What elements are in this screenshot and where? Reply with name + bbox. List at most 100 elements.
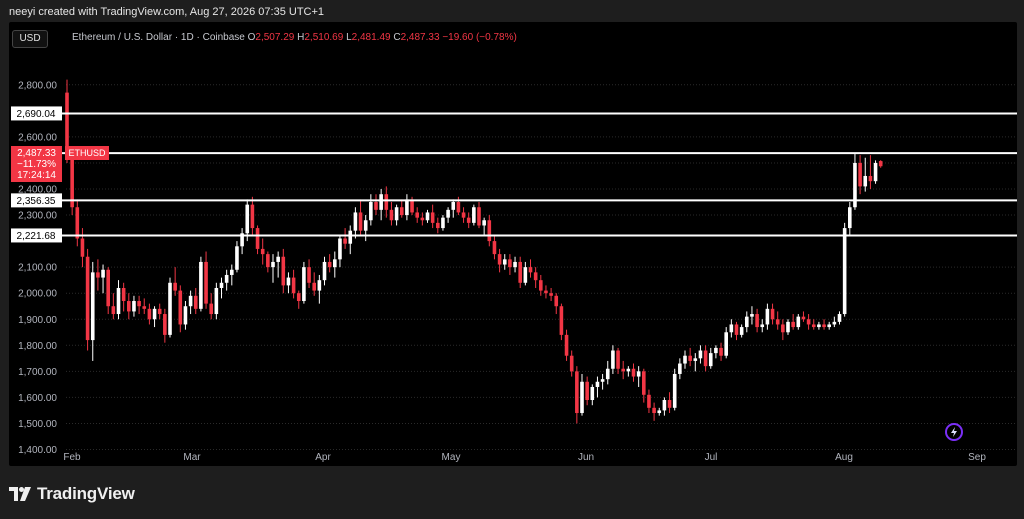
candle-body (487, 220, 492, 242)
candle-body (235, 246, 239, 270)
candle-body (801, 316, 806, 320)
candle-body (693, 358, 698, 361)
candle-body (152, 308, 157, 320)
x-tick-label: Mar (183, 452, 201, 463)
candle-body (636, 371, 641, 377)
candle-body (219, 282, 224, 288)
candle-body (394, 207, 399, 221)
candle-body (688, 355, 692, 361)
x-tick-label: Aug (835, 452, 853, 463)
candle-body (621, 368, 625, 372)
candle-body (662, 400, 667, 411)
candle-body (518, 261, 522, 283)
tradingview-logo[interactable]: TradingView (9, 484, 135, 504)
candle-body (652, 407, 656, 414)
candle-body (446, 209, 450, 218)
candle-body (734, 324, 739, 335)
candle-body (848, 207, 852, 229)
candle-body (101, 269, 105, 278)
candle-body (631, 368, 636, 377)
candle-body (209, 303, 213, 315)
candle-body (374, 202, 378, 210)
candle-body (302, 267, 306, 302)
candle-body (199, 261, 203, 309)
candle-body (137, 301, 141, 307)
candle-body (837, 314, 842, 322)
candle-body (188, 295, 193, 307)
x-tick-label: Jul (705, 452, 718, 463)
candle-body (719, 347, 723, 356)
candle-body (564, 334, 569, 356)
candle-body (544, 290, 548, 294)
candle-body (224, 274, 229, 283)
candle-body (528, 267, 533, 273)
y-tick-label: 2,000.00 (18, 289, 57, 300)
lightning-icon[interactable] (945, 423, 963, 441)
candlestick-chart[interactable]: 2,690.042,537.642,356.352,221.68 2,800.0… (0, 0, 1024, 519)
candle-body (569, 355, 574, 372)
candle-body (585, 381, 589, 401)
candle-body (65, 92, 69, 156)
candle-body (729, 324, 734, 333)
candle-body (745, 316, 749, 328)
candle-body (791, 321, 795, 328)
candle-body (90, 272, 95, 341)
candle-body (781, 324, 785, 333)
candle-body (672, 373, 677, 408)
candle-body (266, 254, 270, 268)
candle-body (322, 261, 327, 281)
candle-body (703, 350, 708, 367)
candle-body (168, 282, 172, 335)
candle-body (338, 238, 342, 260)
candle-body (832, 321, 837, 325)
candle-body (425, 212, 430, 221)
candle-body (399, 207, 404, 216)
candle-body (245, 204, 250, 234)
candle-body (750, 314, 754, 317)
y-tick-label: 1,400.00 (18, 445, 57, 456)
candle-body (590, 386, 595, 401)
candle-body (96, 272, 100, 278)
candle-body (822, 324, 826, 328)
candle-body (472, 207, 476, 223)
candle-body (770, 308, 775, 320)
candle-body (281, 256, 286, 286)
candle-body (477, 207, 481, 226)
tradingview-brand: TradingView (37, 484, 135, 503)
candle-body (533, 272, 538, 281)
candle-body (358, 212, 363, 231)
candle-body (348, 230, 353, 244)
candle-body (312, 282, 316, 291)
candle-body (379, 194, 383, 210)
candle-body (415, 212, 419, 218)
candle-body (389, 209, 394, 221)
candle-body (878, 161, 883, 167)
candle-body (502, 259, 507, 265)
candle-body (157, 308, 162, 315)
candle-body (183, 306, 188, 325)
y-tick-label: 2,300.00 (18, 211, 57, 222)
candle-body (667, 400, 672, 408)
candle-body (626, 368, 631, 372)
candle-body (611, 350, 615, 369)
candle-body (497, 254, 502, 265)
candle-body (327, 261, 332, 268)
candle-body (436, 222, 440, 229)
candle-body (420, 217, 425, 221)
candle-body (363, 220, 368, 231)
y-tick-label: 2,800.00 (18, 80, 57, 91)
candle-body (868, 175, 873, 182)
candle-body (142, 306, 147, 309)
candle-body (369, 202, 373, 221)
candle-body (806, 319, 811, 325)
candle-body (85, 256, 90, 341)
candle-body (714, 347, 718, 354)
candle-body (755, 314, 759, 328)
candle-body (698, 350, 703, 359)
x-tick-label: May (442, 452, 461, 463)
candle-body (230, 269, 234, 275)
candle-body (441, 217, 445, 229)
candle-body (863, 175, 868, 187)
candle-body (250, 204, 255, 229)
candle-body (353, 212, 358, 231)
